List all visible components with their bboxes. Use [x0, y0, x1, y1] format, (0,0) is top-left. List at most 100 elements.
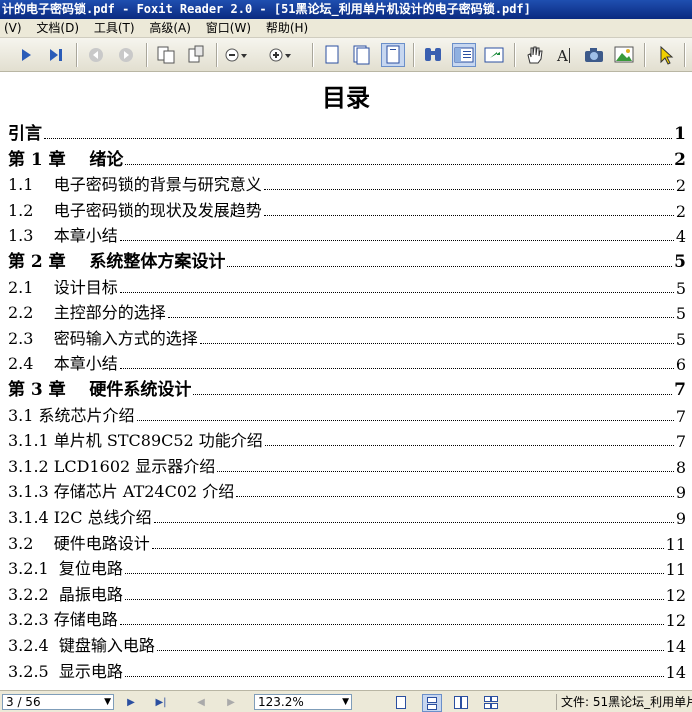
toc-row[interactable]: 3.2.1 复位电路 11 — [8, 555, 686, 579]
menu-item-advanced[interactable]: 高级(A) — [145, 19, 198, 37]
toc-leader-dots — [199, 342, 674, 344]
facing-mode-icon[interactable] — [452, 694, 470, 710]
toc-entry-label: 3.2.1 复位电路 — [8, 559, 123, 579]
toc-row[interactable]: 3.2.3 存储电路 12 — [8, 606, 686, 630]
toc-leader-dots — [193, 394, 673, 395]
toc-entry-label: 1.2 电子密码锁的现状及发展趋势 — [8, 200, 262, 220]
toc-leader-dots — [236, 496, 674, 498]
paste-page-icon[interactable] — [184, 43, 208, 67]
toc-row[interactable]: 3.2.5 显示电路 14 — [8, 658, 686, 682]
toc-row[interactable]: 3.2.4 键盘输入电路 14 — [8, 632, 686, 656]
menu-item-help[interactable]: 帮助(H) — [262, 19, 315, 37]
toc-leader-dots — [217, 470, 674, 472]
toc-row[interactable]: 3.1 系统芯片介绍 7 — [8, 402, 686, 426]
toc-entry-label: 3.1.2 LCD1602 显示器介绍 — [8, 456, 216, 476]
forward-icon[interactable] — [114, 43, 138, 67]
toc-entry-label: 3.2.3 存储电路 — [8, 610, 118, 630]
toc-row[interactable]: 2.4 本章小结 6 — [8, 350, 686, 374]
chevron-down-icon[interactable]: ▼ — [104, 695, 111, 709]
single-page-icon[interactable] — [320, 43, 344, 67]
toc-entry-label: 1.1 电子密码锁的背景与研究意义 — [8, 175, 262, 195]
toc-page-number: 1 — [674, 124, 686, 144]
document-view[interactable]: 目录 引言 1 第 1 章 绪论 2 1.1 电子密码锁的背景与研究意义 2 1.2 电子密… — [0, 72, 692, 686]
select-cursor-icon[interactable] — [654, 43, 678, 67]
toc-row[interactable]: 第 3 章 硬件系统设计 7 — [8, 376, 686, 400]
text-select-icon[interactable]: A — [552, 43, 576, 67]
toc-leader-dots — [125, 163, 673, 165]
toc-row[interactable]: 3.2 硬件电路设计 11 — [8, 530, 686, 554]
toc-row[interactable]: 3.1.4 I2C 总线介绍 9 — [8, 504, 686, 528]
toc-leader-dots — [119, 291, 674, 293]
toc-entry-label: 引言 — [8, 124, 42, 144]
window-title: 计的电子密码锁.pdf - Foxit Reader 2.0 - [51黑论坛_… — [2, 2, 531, 16]
toc-leader-dots — [263, 189, 674, 191]
play-icon[interactable] — [14, 43, 38, 67]
toc-row[interactable]: 第 2 章 系统整体方案设计 5 — [8, 248, 686, 272]
toc-page-number: 12 — [665, 585, 686, 605]
svg-text:A: A — [556, 47, 568, 65]
image-tool-icon[interactable] — [612, 43, 636, 67]
toc-row[interactable]: 3.1.2 LCD1602 显示器介绍 8 — [8, 453, 686, 477]
toc-row[interactable]: 第 1 章 绪论 2 — [8, 146, 686, 170]
next-page-icon[interactable]: ▶ — [122, 694, 140, 710]
hand-tool-icon[interactable] — [522, 43, 546, 67]
zoom-out-icon[interactable] — [224, 43, 248, 67]
toc-row[interactable]: 3.2.2 晶振电路 12 — [8, 581, 686, 605]
toc-entry-label: 1.3 本章小结 — [8, 226, 118, 246]
copy-page-icon[interactable] — [154, 43, 178, 67]
bookmark-panel-icon[interactable] — [452, 43, 476, 67]
toc-row[interactable]: 3.1.3 存储芯片 AT24C02 介绍 9 — [8, 478, 686, 502]
continuous-facing-mode-icon[interactable] — [482, 694, 500, 710]
toc-entry-label: 3.2.4 键盘输入电路 — [8, 636, 155, 655]
toc-row[interactable]: 2.1 设计目标 5 — [8, 274, 686, 298]
zoom-field[interactable]: 123.2% ▼ — [254, 694, 352, 710]
facing-page-icon[interactable] — [381, 43, 405, 67]
toc-leader-dots — [44, 138, 673, 139]
toc-entry-label: 第 1 章 绪论 — [8, 149, 124, 170]
toc-row[interactable]: 1.2 电子密码锁的现状及发展趋势 2 — [8, 197, 686, 221]
toc-page-number: 5 — [675, 329, 686, 349]
back-icon[interactable] — [84, 43, 108, 67]
back-status-icon[interactable]: ◀ — [192, 694, 210, 710]
last-page-status-icon[interactable]: ▶| — [152, 694, 170, 710]
toc-row[interactable]: 3.1.1 单片机 STC89C52 功能介绍 7 — [8, 427, 686, 451]
toc-row[interactable]: 1.1 电子密码锁的背景与研究意义 2 — [8, 171, 686, 195]
toc-page-number: 5 — [675, 304, 686, 324]
toc-entry-label: 3.1 系统芯片介绍 — [8, 405, 135, 425]
toc-row[interactable]: 2.3 密码输入方式的选择 5 — [8, 325, 686, 349]
snapshot-icon[interactable] — [582, 43, 606, 67]
toc-leader-dots — [124, 675, 664, 677]
toc-page-number: 5 — [674, 252, 686, 272]
chevron-down-icon[interactable]: ▼ — [342, 695, 349, 709]
toc-entry-label: 3.1.1 单片机 STC89C52 功能介绍 — [8, 431, 263, 451]
toc-page-number: 14 — [665, 662, 686, 682]
page-indicator-field[interactable]: 3 / 56 ▼ — [2, 694, 114, 710]
binoculars-icon[interactable] — [421, 43, 445, 67]
toc-entry-label: 3.2.2 晶振电路 — [8, 584, 123, 604]
toc-row[interactable]: 引言 1 — [8, 120, 686, 144]
status-bar: 3 / 56 ▼ ▶ ▶| ◀ ▶ 123.2% ▼ 文件: 51黑论坛_利用单… — [0, 690, 692, 712]
toc-entry-label: 3.2.5 显示电路 — [8, 661, 123, 681]
toc-row[interactable]: 1.3 本章小结 4 — [8, 222, 686, 246]
toc-page-number: 5 — [675, 278, 686, 298]
toc-leader-dots — [119, 240, 674, 242]
zoom-level: 123.2% — [258, 695, 304, 709]
toc-leader-dots — [156, 650, 664, 651]
continuous-page-icon[interactable] — [350, 43, 374, 67]
forward-status-icon[interactable]: ▶ — [222, 694, 240, 710]
continuous-mode-icon[interactable] — [422, 694, 442, 712]
menu-item-tools[interactable]: 工具(T) — [90, 19, 142, 37]
menu-item-document[interactable]: 文档(D) — [32, 19, 86, 37]
toc-leader-dots — [167, 317, 674, 319]
menu-item-window[interactable]: 窗口(W) — [202, 19, 258, 37]
menu-item-view[interactable]: (V) — [0, 19, 29, 37]
single-page-mode-icon[interactable] — [392, 694, 410, 710]
last-page-icon[interactable] — [44, 43, 68, 67]
toc-page-number: 11 — [665, 534, 686, 554]
toc-page-number: 12 — [665, 611, 686, 631]
toc-page-number: 2 — [674, 149, 686, 170]
toc-row[interactable]: 2.2 主控部分的选择 5 — [8, 299, 686, 323]
toc-entry-label: 2.4 本章小结 — [8, 354, 118, 374]
zoom-in-icon[interactable] — [268, 43, 292, 67]
export-icon[interactable] — [482, 43, 506, 67]
